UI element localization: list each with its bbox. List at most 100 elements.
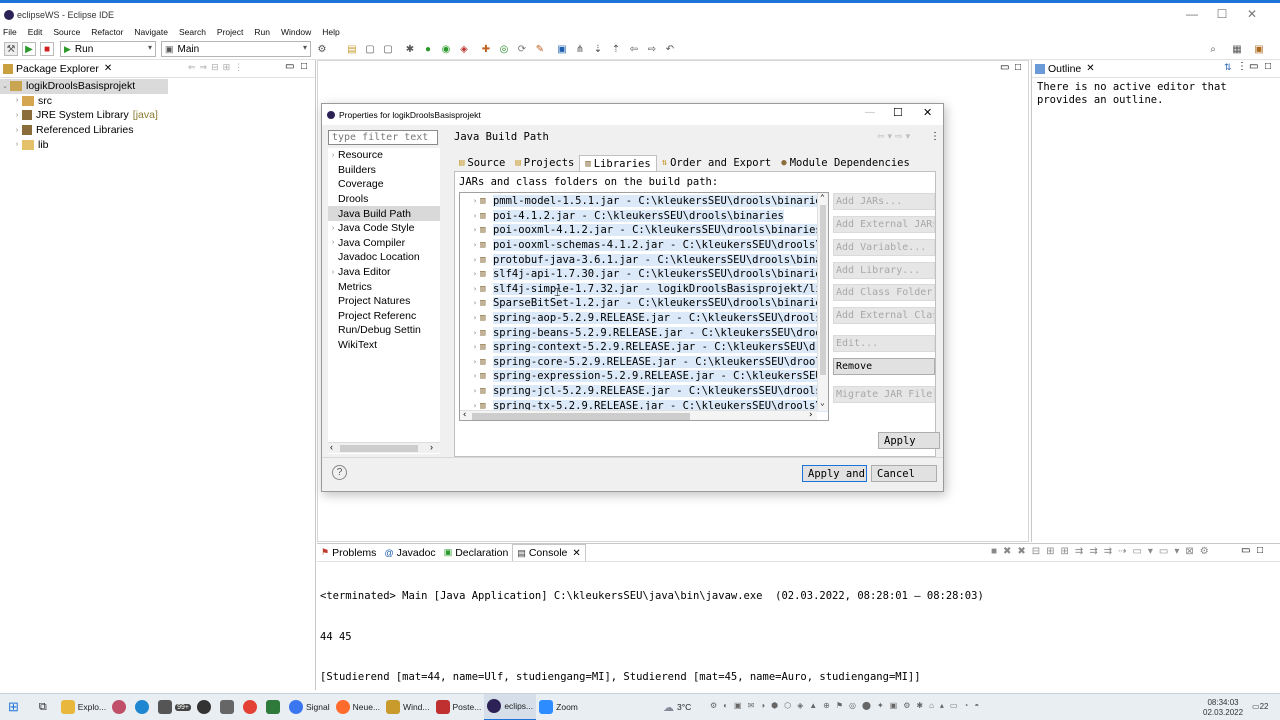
- nav-item-java-compiler[interactable]: › Java Compiler: [328, 236, 440, 251]
- new-class-icon[interactable]: ◎: [497, 42, 511, 56]
- page-nav-icons[interactable]: ⇦▾⇨▾: [877, 131, 913, 142]
- jar-row[interactable]: › ▥ spring-jcl-5.2.9.RELEASE.jar - C:\kleu…: [460, 384, 828, 399]
- clock[interactable]: 08:34:03 02.03.2022: [1203, 698, 1243, 718]
- minimize-view-icon[interactable]: ▭: [1249, 61, 1258, 72]
- system-tray-icons[interactable]: ⚙◐▣✉◑⬢⬡◈▲⊕⚑◎⬤✦▣⚙✱⌂▴▭◔◓: [710, 701, 985, 710]
- migrate-jar-button[interactable]: Migrate JAR File...: [833, 386, 935, 403]
- taskbar-zoom[interactable]: Zoom: [536, 694, 581, 720]
- taskbar-firefox[interactable]: Neue...: [333, 694, 383, 720]
- scrollbar-thumb[interactable]: [820, 205, 826, 375]
- nav-item-metrics[interactable]: Metrics: [328, 279, 440, 294]
- menu-refactor[interactable]: Refactor: [91, 27, 123, 37]
- jar-list-horizontal-scrollbar[interactable]: ‹ ›: [460, 410, 817, 420]
- minimize-editor-icon[interactable]: ▭: [1000, 62, 1009, 73]
- scroll-right-icon[interactable]: ›: [808, 410, 813, 420]
- external-tools-icon[interactable]: ◈: [457, 42, 471, 56]
- coverage-icon[interactable]: ◉: [439, 42, 453, 56]
- jar-list-vertical-scrollbar[interactable]: ⌃ ⌄: [817, 193, 828, 411]
- nav-item-project-natures[interactable]: Project Natures: [328, 294, 440, 309]
- nav-item-java-build-path[interactable]: Java Build Path: [328, 206, 440, 221]
- nav-item-builders[interactable]: Builders: [328, 163, 440, 178]
- maximize-icon[interactable]: ☐: [893, 106, 903, 119]
- pin-icon[interactable]: ⋔: [573, 42, 587, 56]
- apply-button[interactable]: Apply: [878, 432, 940, 449]
- terminate-icon[interactable]: ■: [40, 42, 54, 56]
- add-class-folder-button[interactable]: Add Class Folder...: [833, 284, 935, 301]
- jar-row[interactable]: › ▥ spring-beans-5.2.9.RELEASE.jar - C:\kl…: [460, 325, 828, 340]
- maximize-editor-icon[interactable]: □: [1015, 62, 1021, 73]
- gear-icon[interactable]: ⚙: [315, 42, 329, 56]
- tab-module-dependencies[interactable]: ● Module Dependencies: [776, 155, 915, 171]
- scroll-down-icon[interactable]: ⌄: [820, 398, 825, 407]
- tree-item-jre[interactable]: › JRE System Library [java]: [0, 108, 315, 123]
- menu-navigate[interactable]: Navigate: [134, 27, 168, 37]
- minimize-view-icon[interactable]: ▭: [1241, 545, 1250, 556]
- taskbar-edge[interactable]: [132, 694, 155, 720]
- add-external-jars-button[interactable]: Add External JARs...: [833, 216, 935, 233]
- tree-item-lib[interactable]: › lib: [0, 137, 315, 152]
- jar-row[interactable]: › ▥ pmml-model-1.5.1.jar - C:\kleukersSEU\…: [460, 194, 828, 209]
- help-icon[interactable]: ?: [332, 465, 347, 480]
- search-icon[interactable]: ⌕: [1206, 42, 1220, 56]
- weather-widget[interactable]: ☁ 3°C: [660, 694, 694, 720]
- toggle-mark-icon[interactable]: ▣: [555, 42, 569, 56]
- package-explorer-tab[interactable]: Package Explorer ✕ ⇐⇒⊟⊞⋮ ▭ □: [0, 60, 315, 78]
- add-variable-button[interactable]: Add Variable...: [833, 239, 935, 256]
- menu-source[interactable]: Source: [53, 27, 80, 37]
- project-tree-node[interactable]: ⌄ logikDroolsBasisprojekt: [0, 79, 168, 94]
- taskbar-app[interactable]: [263, 694, 286, 720]
- forward-icon[interactable]: ⇨: [645, 42, 659, 56]
- prev-annotation-icon[interactable]: ⇡: [609, 42, 623, 56]
- nav-item-coverage[interactable]: Coverage: [328, 177, 440, 192]
- taskbar-eclipse[interactable]: eclips...: [484, 693, 537, 720]
- jar-row[interactable]: › ▥ spring-expression-5.2.9.RELEASE.jar - …: [460, 369, 828, 384]
- nav-item-resource[interactable]: › Resource: [328, 148, 440, 163]
- nav-horizontal-scrollbar[interactable]: ‹ ›: [328, 442, 440, 453]
- jar-row[interactable]: › ▥ slf4j-simple-1.7.32.jar - logikDroolsB…: [460, 282, 828, 297]
- remove-button[interactable]: Remove: [833, 358, 935, 375]
- debug-icon[interactable]: ✱: [403, 42, 417, 56]
- search-tool-icon[interactable]: ✎: [533, 42, 547, 56]
- last-edit-icon[interactable]: ↶: [663, 42, 677, 56]
- scroll-up-icon[interactable]: ⌃: [820, 193, 825, 202]
- back-icon[interactable]: ⇦: [627, 42, 641, 56]
- close-icon[interactable]: ✕: [923, 106, 932, 119]
- add-library-button[interactable]: Add Library...: [833, 262, 935, 279]
- tab-libraries[interactable]: ▥ Libraries: [579, 155, 657, 171]
- view-menu-icon[interactable]: ⋮: [1237, 61, 1247, 72]
- cancel-button[interactable]: Cancel: [871, 465, 937, 482]
- tab-declaration[interactable]: ▣ Declaration: [440, 544, 513, 561]
- open-perspective-icon[interactable]: ▦: [1230, 42, 1244, 56]
- jar-row[interactable]: › ▥ spring-aop-5.2.9.RELEASE.jar - C:\kleu…: [460, 311, 828, 326]
- jar-row[interactable]: › ▥ spring-core-5.2.9.RELEASE.jar - C:\kle…: [460, 355, 828, 370]
- close-tab-icon[interactable]: ✕: [1086, 63, 1094, 74]
- new-java-package-icon[interactable]: ✚: [479, 42, 493, 56]
- tab-problems[interactable]: ⚑ Problems: [317, 544, 380, 561]
- menu-help[interactable]: Help: [322, 27, 339, 37]
- taskbar-app[interactable]: [109, 694, 132, 720]
- launch-target-combo[interactable]: ▣ Main ▾: [161, 41, 311, 57]
- minimize-view-icon[interactable]: ▭: [285, 61, 294, 72]
- scrollbar-thumb[interactable]: [340, 445, 418, 452]
- nav-item-run-debug-settings[interactable]: Run/Debug Settin: [328, 323, 440, 338]
- menu-search[interactable]: Search: [179, 27, 206, 37]
- nav-item-drools[interactable]: Drools: [328, 192, 440, 207]
- jar-row[interactable]: › ▥ poi-4.1.2.jar - C:\kleukersSEU\drools\…: [460, 209, 828, 224]
- minimize-icon[interactable]: —: [865, 107, 875, 118]
- scrollbar-thumb[interactable]: [472, 413, 690, 420]
- maximize-view-icon[interactable]: □: [1265, 61, 1271, 72]
- taskbar-media[interactable]: [194, 694, 217, 720]
- tree-item-referenced-libraries[interactable]: › Referenced Libraries: [0, 123, 315, 138]
- tab-projects[interactable]: ▤ Projects: [510, 155, 579, 171]
- next-annotation-icon[interactable]: ⇣: [591, 42, 605, 56]
- taskbar-signal[interactable]: Signal: [286, 694, 333, 720]
- taskbar-chrome[interactable]: [240, 694, 263, 720]
- minimize-icon[interactable]: —: [1177, 7, 1207, 21]
- tab-order-and-export[interactable]: ⇅ Order and Export: [657, 155, 777, 171]
- taskbar-explorer[interactable]: Explo...: [58, 694, 109, 720]
- taskbar-calculator[interactable]: [217, 694, 240, 720]
- menu-run[interactable]: Run: [254, 27, 270, 37]
- view-menu-icon[interactable]: ⋮: [930, 131, 940, 142]
- launch-tools-icon[interactable]: ⚒: [4, 42, 18, 56]
- focus-icon[interactable]: ⇅: [1224, 62, 1232, 73]
